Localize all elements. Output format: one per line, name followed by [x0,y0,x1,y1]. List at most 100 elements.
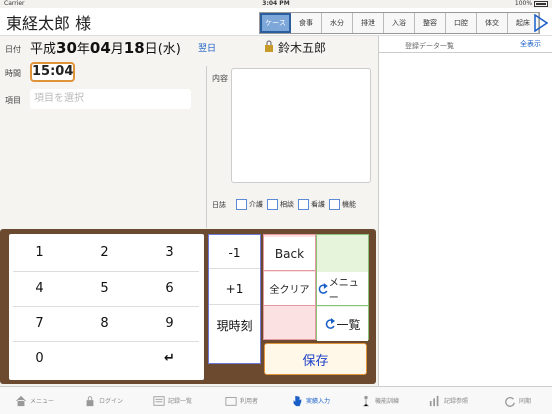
tabbar-label: 機能訓練 [374,398,399,405]
tabbar-item-1[interactable]: ログイン [69,387,138,414]
tab-1[interactable]: 食事 [291,13,322,33]
journal-option-kinou[interactable]: 機能 [329,199,356,210]
registered-data-title: 登録データ一覧 [405,42,454,50]
tabbar-label: 同期 [518,398,531,405]
status-bar: Carrier 3:04 PM 100% [0,0,552,8]
list-button[interactable]: 一覧 [317,307,368,341]
minus-one-button[interactable]: -1 [209,237,260,269]
date-label: 日付 [5,45,21,54]
date-year: 30 [56,39,77,57]
lock-icon [86,395,94,406]
date-value[interactable]: 平成30年04月18日(水) [30,38,181,57]
training-icon [363,395,369,406]
tabbar-label: メニュー [29,398,54,405]
journal-option-kango[interactable]: 看護 [298,199,325,210]
battery-icon [534,0,548,7]
tab-0[interactable]: ケース [260,13,291,33]
tabbar-item-6[interactable]: 記録参照 [414,387,483,414]
date-day-unit: 日 [144,42,158,57]
lock-icon [265,40,273,52]
tab-7[interactable]: 体交 [477,13,508,33]
back-arrow-icon [318,282,328,294]
journal-option-label: 機能 [342,200,356,209]
journal-option-label: 看護 [311,200,325,209]
list-button-label: 一覧 [336,317,361,332]
next-day-button[interactable]: 翌日 [198,41,216,54]
edit-keys: Back 全クリア [263,234,316,340]
date-year-unit: 年 [76,42,90,57]
key-5[interactable]: 5 [74,272,135,305]
checkbox-icon [236,199,247,210]
journal-option-soudan[interactable]: 相談 [267,199,294,210]
journal-label: 日誌 [212,200,226,209]
record-type-tabs: ケース 食事 水分 排泄 入浴 整容 口腔 体交 起床 [259,12,540,34]
list-icon [153,395,165,406]
back-button[interactable]: Back [264,237,315,271]
show-all-button[interactable]: 全表示 [520,39,541,49]
key-3[interactable]: 3 [139,236,200,269]
item-label: 項目 [5,96,21,105]
staff-name: 鈴木五郎 [278,41,327,55]
tabbar-label: 記録一覧 [167,398,192,405]
date-era: 平成 [30,42,57,57]
tabbar-item-3[interactable]: 利用者 [207,387,276,414]
content-textarea[interactable] [231,68,371,183]
next-tabs-icon[interactable] [534,14,548,32]
tab-5[interactable]: 整容 [415,13,446,33]
tabbar-item-2[interactable]: 記録一覧 [138,387,207,414]
key-7[interactable]: 7 [9,307,70,340]
tabbar-label: 利用者 [239,398,258,405]
back-arrow-icon [326,318,336,329]
date-weekday: (水) [157,42,181,57]
tab-2[interactable]: 水分 [322,13,353,33]
chart-icon [429,395,439,406]
key-0[interactable]: 0 [9,342,70,375]
patient-name: 東経太郎 様 [6,14,92,33]
tabbar-item-5[interactable]: 機能訓練 [345,387,414,414]
menu-button-label: メニュー [328,277,359,304]
content-label: 内容 [212,74,228,83]
battery-indicator: 100% [515,0,548,7]
journal-option-kaigo[interactable]: 介護 [236,199,263,210]
time-field[interactable]: 15:04 [30,62,75,82]
date-month: 04 [89,39,111,57]
adjust-keys: -1 +1 現時刻 [208,234,261,364]
plus-one-button[interactable]: +1 [209,273,260,305]
home-icon [15,395,27,406]
hand-icon [293,395,302,406]
journal-option-label: 介護 [249,200,263,209]
menu-button[interactable]: メニュー [317,272,368,306]
tabbar-label: 実績入力 [305,398,330,405]
registered-data-panel [378,36,552,386]
number-pad: 1 2 3 4 5 6 7 8 9 0 ↵ [9,234,204,380]
save-button[interactable]: 保存 [264,343,367,375]
sync-icon [505,396,515,407]
tabbar-label: 記録参照 [443,398,468,405]
current-time-button[interactable]: 現時刻 [209,309,260,341]
tabbar-item-7[interactable]: 同期 [483,387,552,414]
key-8[interactable]: 8 [74,307,135,340]
checkbox-icon [298,199,309,210]
tabbar-item-0[interactable]: メニュー [0,387,69,414]
tabbar-item-4[interactable]: 実績入力 [276,387,345,414]
key-6[interactable]: 6 [139,272,200,305]
checkbox-icon [329,199,340,210]
key-9[interactable]: 9 [139,307,200,340]
date-month-unit: 月 [110,42,124,57]
key-4[interactable]: 4 [9,272,70,305]
item-select[interactable]: 項目を選択 [30,89,191,109]
divider [378,52,552,53]
tab-3[interactable]: 排泄 [353,13,384,33]
tabbar-label: ログイン [98,398,123,405]
key-1[interactable]: 1 [9,236,70,269]
key-2[interactable]: 2 [74,236,135,269]
tab-6[interactable]: 口腔 [446,13,477,33]
journal-row: 日誌 介護 相談 看護 機能 [212,199,356,210]
clear-all-button[interactable]: 全クリア [264,272,315,306]
enter-key[interactable]: ↵ [139,342,200,375]
time-label: 時間 [5,69,21,78]
clock-text: 3:04 PM [262,0,290,7]
divider [206,66,207,228]
date-day: 18 [123,39,145,57]
tab-4[interactable]: 入浴 [384,13,415,33]
